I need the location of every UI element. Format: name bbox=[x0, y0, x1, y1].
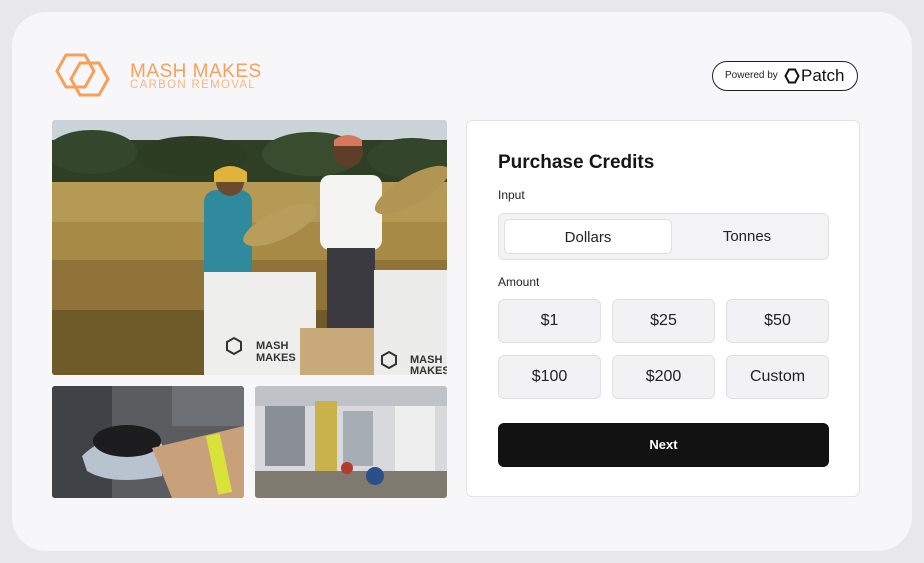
mash-makes-logo: MASH MAKES CARBON REMOVAL bbox=[52, 52, 272, 102]
bag-text-makes-2: MAKES bbox=[410, 365, 447, 375]
input-type-toggle: Dollars Tonnes bbox=[498, 213, 829, 260]
amount-label: Amount bbox=[498, 275, 540, 289]
input-label: Input bbox=[498, 188, 525, 202]
logo-subtitle: CARBON REMOVAL bbox=[130, 79, 256, 91]
biochar-hands-photo bbox=[52, 386, 244, 498]
patch-logo-icon bbox=[784, 68, 800, 84]
purchase-credits-card: Purchase Credits Input Dollars Tonnes Am… bbox=[466, 120, 860, 497]
toggle-tonnes[interactable]: Tonnes bbox=[663, 219, 831, 254]
powered-by-label: Powered by bbox=[725, 70, 778, 81]
amount-button-custom[interactable]: Custom bbox=[726, 355, 829, 399]
bag-text-mash-1: MASH bbox=[256, 340, 288, 352]
rice-field-photo: MASH MAKES MASH MAKES bbox=[52, 120, 447, 375]
hexagon-logo-icon bbox=[55, 53, 110, 97]
amount-button-200[interactable]: $200 bbox=[612, 355, 715, 399]
powered-by-patch-badge[interactable]: Powered by Patch bbox=[712, 61, 858, 91]
card-title: Purchase Credits bbox=[498, 152, 655, 173]
toggle-dollars[interactable]: Dollars bbox=[504, 219, 672, 254]
amount-button-1[interactable]: $1 bbox=[498, 299, 601, 343]
amount-button-50[interactable]: $50 bbox=[726, 299, 829, 343]
facility-photo bbox=[255, 386, 447, 498]
bag-text-makes-1: MAKES bbox=[256, 352, 296, 364]
next-button[interactable]: Next bbox=[498, 423, 829, 467]
patch-brand-name: Patch bbox=[801, 66, 845, 85]
amount-button-100[interactable]: $100 bbox=[498, 355, 601, 399]
amount-button-25[interactable]: $25 bbox=[612, 299, 715, 343]
